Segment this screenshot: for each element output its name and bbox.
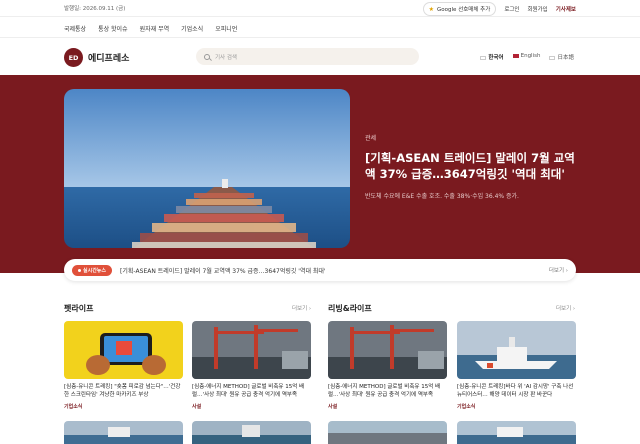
breaking-more-link[interactable]: 더보기 › xyxy=(549,266,568,274)
nav-item-opinion[interactable]: 오피니언 xyxy=(215,24,237,33)
report-link[interactable]: 기사제보 xyxy=(556,5,576,13)
article-thumbnail-cranes[interactable] xyxy=(328,321,447,379)
search-input[interactable]: 기사 검색 xyxy=(196,48,419,65)
article-card[interactable]: [심층-에너지 METHOD] 글로벌 비축유 15억 배럴…'사상 최대' 원… xyxy=(328,321,447,410)
breaking-news-bar: 실시간뉴스 [기획-ASEAN 트레이드] 말레이 7월 교역액 37% 급증…… xyxy=(64,259,576,281)
section-title-petlife: 펫라이프 xyxy=(64,304,94,313)
search-icon xyxy=(204,53,210,60)
hero-title[interactable]: [기획-ASEAN 트레이드] 말레이 7월 교역액 37% 급증…3647억링… xyxy=(365,150,580,182)
live-dot-icon xyxy=(78,268,81,272)
logo-name: 에디프레소 xyxy=(88,54,130,64)
article-thumbnail-phone[interactable] xyxy=(64,321,183,379)
article-category: 사설 xyxy=(328,404,338,410)
article-card[interactable]: [심층-유니콘 트레킹]바다 위 'AI 감시망' 구축 나선 뉴티어스터… 해… xyxy=(457,321,576,410)
google-preferred-button[interactable]: ★ Google 선호매체 추가 xyxy=(422,2,497,16)
hero-summary: 반도체 수요에 E&E 수출 호조. 수출 38%·수입 36.4% 증가. xyxy=(365,193,519,200)
nav-item-raw-materials[interactable]: 원자재 무역 xyxy=(140,24,170,33)
site-logo[interactable]: ED 에디프레소 xyxy=(64,48,129,67)
section-more-living[interactable]: 더보기 › xyxy=(556,304,575,312)
nav-item-business[interactable]: 기업소식 xyxy=(181,24,203,33)
article-category: 사설 xyxy=(192,404,202,410)
hero-section: 관세 [기획-ASEAN 트레이드] 말레이 7월 교역액 37% 급증…364… xyxy=(0,75,640,273)
article-thumbnail-ship-partial[interactable] xyxy=(192,421,311,444)
article-card[interactable]: [심층-유니콘 트레킹] "숏폼 피로감 넘는다"…'건강한 스크린타임' 겨냥… xyxy=(64,321,183,410)
article-title[interactable]: [심층-에너지 METHOD] 글로벌 비축유 15억 배럴…'사상 최대' 원… xyxy=(192,383,311,399)
article-title[interactable]: [심층-유니콘 트레킹] "숏폼 피로감 넘는다"…'건강한 스크린타임' 겨냥… xyxy=(64,383,183,399)
us-flag-icon xyxy=(512,53,519,58)
article-title[interactable]: [심층-유니콘 트레킹]바다 위 'AI 감시망' 구축 나선 뉴티어스터… 해… xyxy=(457,383,576,399)
category-nav: 국제통상 통상 핫이슈 원자재 무역 기업소식 오피니언 xyxy=(0,17,640,38)
article-category: 기업소식 xyxy=(457,404,476,410)
nav-item-trade[interactable]: 국제통상 xyxy=(64,24,86,33)
korea-flag-icon xyxy=(480,55,487,60)
section-more-petlife[interactable]: 더보기 › xyxy=(292,304,311,312)
logo-mark: ED xyxy=(64,48,83,67)
article-thumbnail-cranes[interactable] xyxy=(192,321,311,379)
publish-date: 발행일: 2026.09.11 (금) xyxy=(64,6,126,12)
hero-image-container-ship[interactable] xyxy=(64,89,350,248)
article-category: 기업소식 xyxy=(64,404,83,410)
site-header: ED 에디프레소 기사 검색 한국어 English 日本語 xyxy=(0,38,640,76)
article-thumbnail-ship-partial[interactable] xyxy=(457,421,576,444)
star-icon: ★ xyxy=(428,5,435,13)
article-title[interactable]: [심층-에너지 METHOD] 글로벌 비축유 15억 배럴…'사상 최대' 원… xyxy=(328,383,447,399)
japan-flag-icon xyxy=(549,55,556,60)
signup-link[interactable]: 회원가입 xyxy=(528,5,548,13)
language-switcher: 한국어 English 日本語 xyxy=(480,53,574,61)
article-thumbnail-coast-guard-ship[interactable] xyxy=(457,321,576,379)
breaking-headline[interactable]: [기획-ASEAN 트레이드] 말레이 7월 교역액 37% 급증…3647억링… xyxy=(120,266,326,275)
search-placeholder: 기사 검색 xyxy=(215,54,237,61)
article-card[interactable]: [심층-에너지 METHOD] 글로벌 비축유 15억 배럴…'사상 최대' 원… xyxy=(192,321,311,410)
login-link[interactable]: 로그인 xyxy=(504,5,519,13)
article-thumbnail-cargo-partial[interactable] xyxy=(328,421,447,444)
hero-article[interactable]: 관세 [기획-ASEAN 트레이드] 말레이 7월 교역액 37% 급증…364… xyxy=(365,133,580,201)
hero-category: 관세 xyxy=(365,135,377,142)
lang-english[interactable]: English xyxy=(512,53,540,61)
nav-item-hot-issue[interactable]: 통상 핫이슈 xyxy=(98,24,128,33)
breaking-badge-label: 실시간뉴스 xyxy=(83,267,107,274)
section-title-living: 리빙&라이프 xyxy=(328,304,372,313)
article-thumbnail-ship-partial[interactable] xyxy=(64,421,183,444)
lang-korean[interactable]: 한국어 xyxy=(480,53,504,61)
google-preferred-label: Google 선호매체 추가 xyxy=(437,7,491,13)
lang-japanese[interactable]: 日本語 xyxy=(549,53,574,61)
utility-links: ★ Google 선호매체 추가 로그인 회원가입 기사제보 xyxy=(422,2,576,16)
top-utility-bar: 발행일: 2026.09.11 (금) ★ Google 선호매체 추가 로그인… xyxy=(0,0,640,17)
breaking-badge: 실시간뉴스 xyxy=(72,264,113,276)
